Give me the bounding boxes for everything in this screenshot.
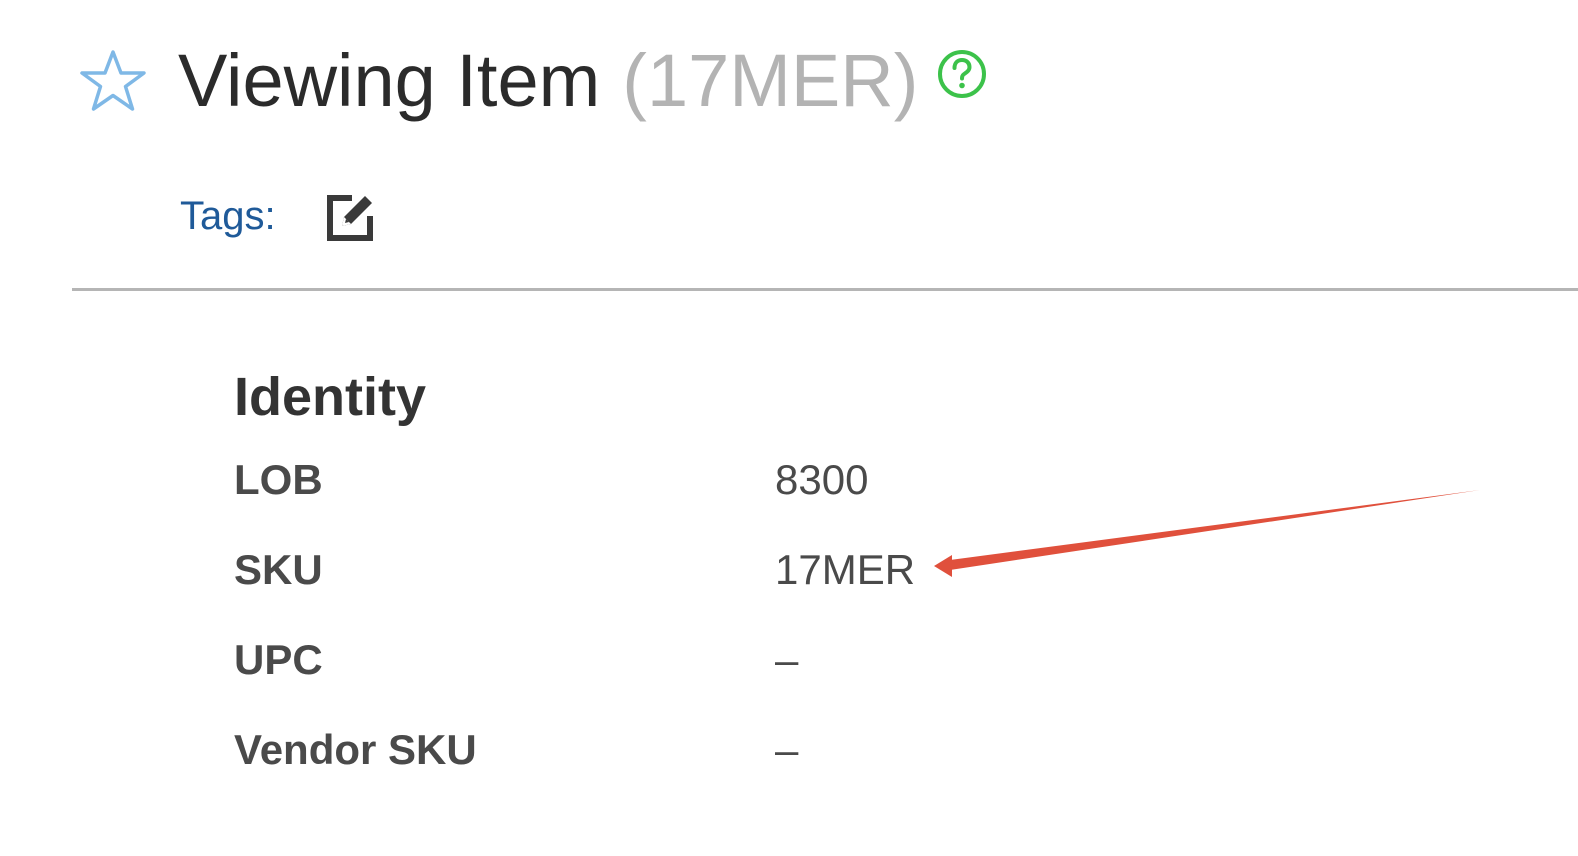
identity-section-title: Identity — [234, 367, 427, 427]
edit-icon[interactable] — [322, 188, 378, 244]
field-row-sku: SKU 17MER — [234, 546, 1134, 606]
question-circle-icon[interactable] — [936, 48, 988, 100]
field-value-sku: 17MER — [775, 546, 916, 593]
page-title: Viewing Item — [178, 39, 601, 122]
field-row-upc: UPC – — [234, 636, 1134, 696]
field-value-lob: 8300 — [775, 456, 869, 503]
field-row-vendor-sku: Vendor SKU – — [234, 726, 1134, 786]
star-icon[interactable] — [78, 46, 148, 116]
tags-label: Tags: — [180, 193, 276, 238]
page-header: Viewing Item (17MER) — [78, 38, 988, 124]
field-label-sku: SKU — [234, 546, 323, 593]
field-label-vendor-sku: Vendor SKU — [234, 726, 477, 773]
field-row-lob: LOB 8300 — [234, 456, 1134, 516]
field-value-upc: – — [775, 636, 799, 683]
page-title-item-id: (17MER) — [622, 39, 919, 122]
field-label-lob: LOB — [234, 456, 323, 503]
field-value-vendor-sku: – — [775, 726, 799, 773]
section-divider — [72, 288, 1578, 291]
field-label-upc: UPC — [234, 636, 323, 683]
tags-row: Tags: — [180, 188, 378, 244]
